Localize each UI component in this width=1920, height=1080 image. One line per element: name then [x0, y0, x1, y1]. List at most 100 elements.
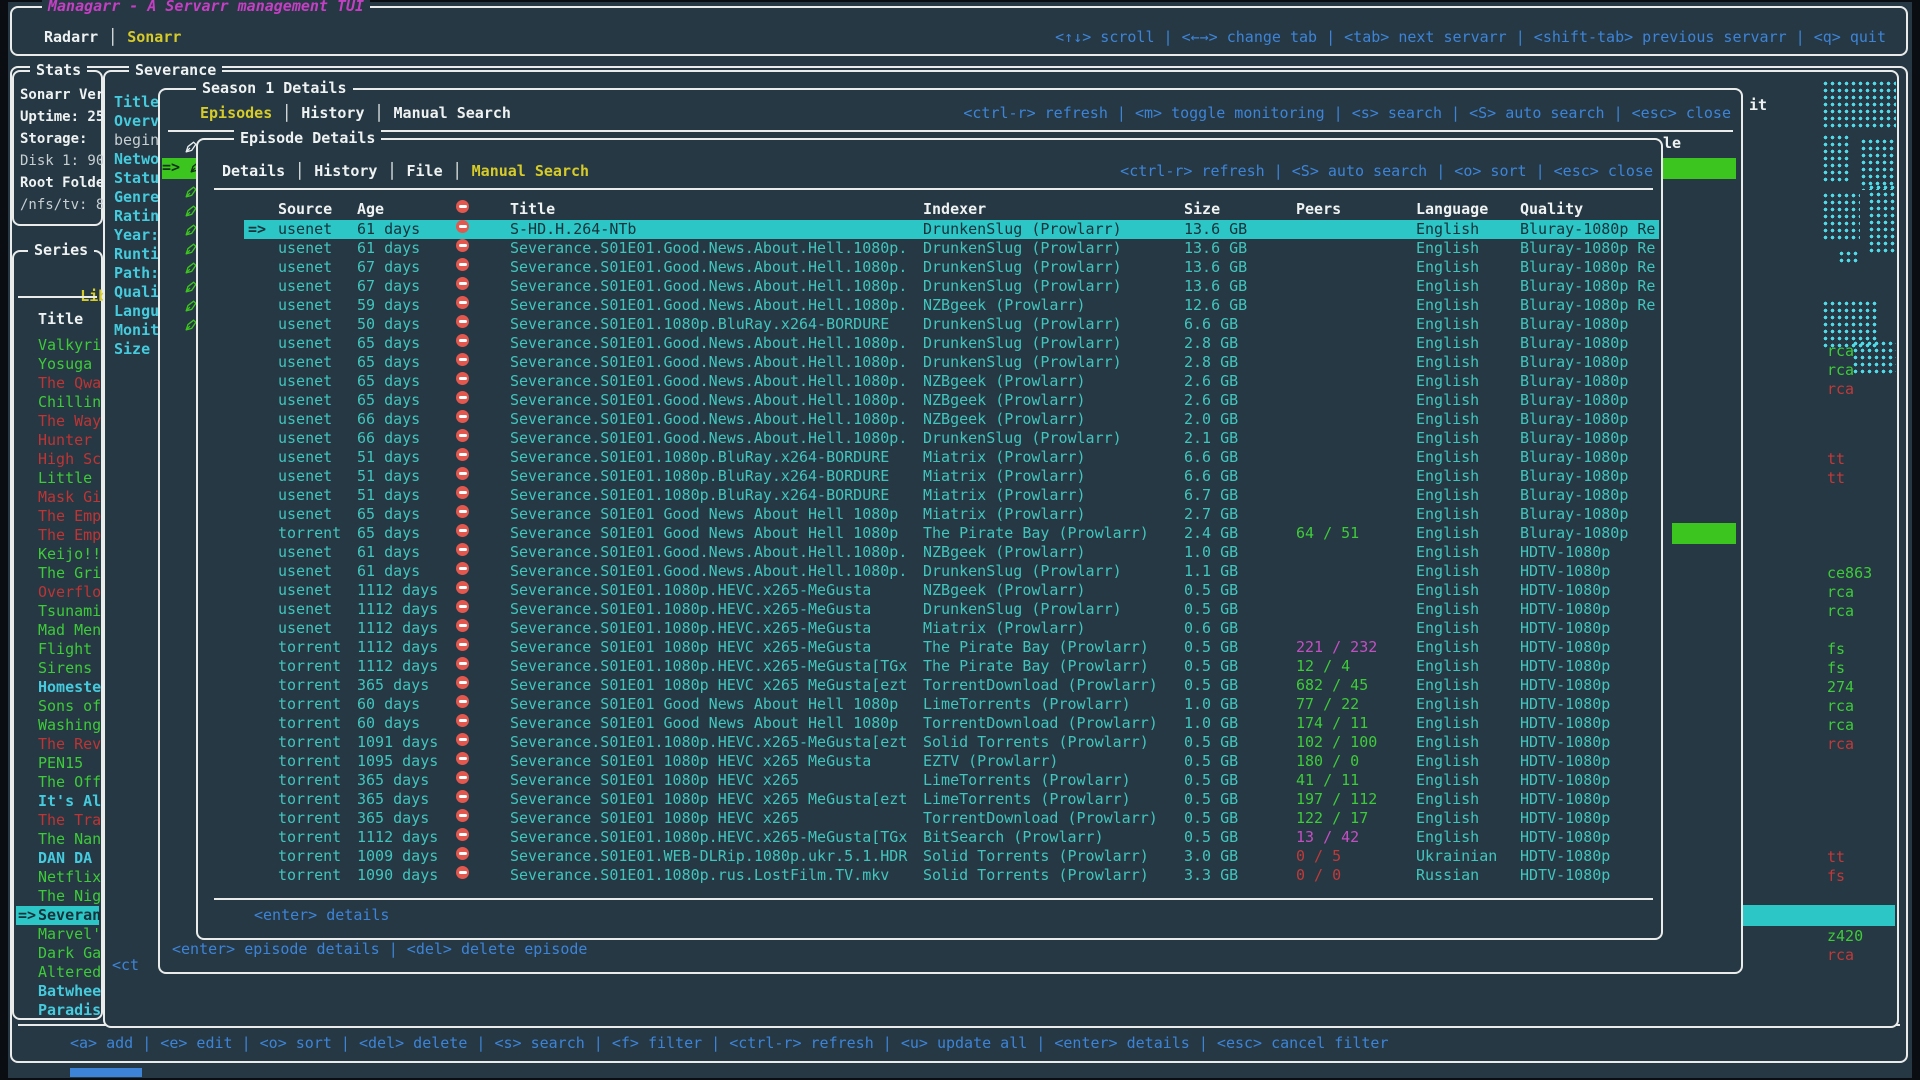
result-indexer: The Pirate Bay (Prowlarr): [923, 657, 1149, 676]
column-size[interactable]: Size: [1184, 200, 1220, 219]
search-result-row[interactable]: usenet66 daysSeverance.S01E01.Good.News.…: [200, 429, 1659, 448]
tab-episodes[interactable]: Episodes: [200, 104, 272, 123]
column-source[interactable]: Source: [278, 200, 332, 219]
search-result-row[interactable]: usenet50 daysSeverance.S01E01.1080p.BluR…: [200, 315, 1659, 334]
series-item[interactable]: PEN15: [16, 754, 99, 773]
search-result-row[interactable]: usenet51 daysSeverance.S01E01.1080p.BluR…: [200, 467, 1659, 486]
series-item[interactable]: The Qwa: [16, 374, 99, 393]
series-item[interactable]: Homeste: [16, 678, 99, 697]
search-result-row[interactable]: torrent60 daysSeverance S01E01 Good News…: [200, 714, 1659, 733]
series-item[interactable]: =>Severan: [16, 906, 99, 925]
column-title[interactable]: Title: [510, 200, 555, 219]
series-item[interactable]: Chillin: [16, 393, 99, 412]
series-item[interactable]: The Rev: [16, 735, 99, 754]
series-item[interactable]: Sirens: [16, 659, 99, 678]
search-result-row[interactable]: torrent1112 daysSeverance S01E01 1080p H…: [200, 638, 1659, 657]
selected-episode-row[interactable]: =>: [162, 158, 198, 179]
scroll-indicator[interactable]: [70, 1068, 142, 1077]
search-result-row[interactable]: torrent365 daysSeverance S01E01 1080p HE…: [200, 809, 1659, 828]
column-indexer[interactable]: Indexer: [923, 200, 986, 219]
column-age[interactable]: Age: [357, 200, 384, 219]
series-field-label: Path:: [114, 264, 161, 283]
column-language[interactable]: Language: [1416, 200, 1488, 219]
tab-file[interactable]: File: [407, 162, 443, 181]
no-entry-icon: [456, 847, 469, 860]
search-result-row[interactable]: =>usenet61 daysS-HD.H.264-NTbDrunkenSlug…: [200, 220, 1659, 239]
tab-manual-search[interactable]: Manual Search: [472, 162, 589, 181]
series-item[interactable]: DAN DA: [16, 849, 99, 868]
series-item[interactable]: It's Al: [16, 792, 99, 811]
tab-season-manual-search[interactable]: Manual Search: [394, 104, 511, 123]
series-item[interactable]: High Sc: [16, 450, 99, 469]
search-result-row[interactable]: usenet59 daysSeverance.S01E01.Good.News.…: [200, 296, 1659, 315]
search-result-row[interactable]: usenet1112 daysSeverance.S01E01.1080p.HE…: [200, 600, 1659, 619]
search-result-row[interactable]: torrent1091 daysSeverance.S01E01.1080p.H…: [200, 733, 1659, 752]
series-item[interactable]: Washing: [16, 716, 99, 735]
search-result-row[interactable]: torrent1112 daysSeverance.S01E01.1080p.H…: [200, 828, 1659, 847]
search-result-row[interactable]: usenet51 daysSeverance.S01E01.1080p.BluR…: [200, 448, 1659, 467]
result-title: Severance S01E01 1080p HEVC x265 MeGusta…: [510, 676, 907, 695]
search-result-row[interactable]: usenet61 daysSeverance.S01E01.Good.News.…: [200, 239, 1659, 258]
series-item[interactable]: The Nig: [16, 887, 99, 906]
series-item[interactable]: Paradis: [16, 1001, 99, 1020]
search-result-row[interactable]: torrent1112 daysSeverance.S01E01.1080p.H…: [200, 657, 1659, 676]
series-item[interactable]: The Gri: [16, 564, 99, 583]
search-result-row[interactable]: usenet1112 daysSeverance.S01E01.1080p.HE…: [200, 581, 1659, 600]
series-item[interactable]: Sons of: [16, 697, 99, 716]
search-result-row[interactable]: usenet65 daysSeverance.S01E01.Good.News.…: [200, 391, 1659, 410]
tab-sonarr[interactable]: Sonarr: [127, 28, 181, 47]
series-item[interactable]: The Emp: [16, 507, 99, 526]
series-item[interactable]: Batwhee: [16, 982, 99, 1001]
series-item[interactable]: Flight: [16, 640, 99, 659]
tab-episode-history[interactable]: History: [314, 162, 377, 181]
series-item[interactable]: Marvel': [16, 925, 99, 944]
series-item[interactable]: Yosuga: [16, 355, 99, 374]
search-result-row[interactable]: usenet61 daysSeverance.S01E01.Good.News.…: [200, 562, 1659, 581]
search-result-row[interactable]: usenet65 daysSeverance S01E01 Good News …: [200, 505, 1659, 524]
series-column-header: Title: [38, 310, 83, 329]
search-result-row[interactable]: usenet65 daysSeverance.S01E01.Good.News.…: [200, 334, 1659, 353]
search-result-row[interactable]: torrent1009 daysSeverance.S01E01.WEB-DLR…: [200, 847, 1659, 866]
search-result-row[interactable]: usenet67 daysSeverance.S01E01.Good.News.…: [200, 277, 1659, 296]
tab-radarr[interactable]: Radarr: [44, 28, 98, 47]
series-item[interactable]: Tsunami: [16, 602, 99, 621]
series-item[interactable]: Keijo!!: [16, 545, 99, 564]
search-result-row[interactable]: torrent365 daysSeverance S01E01 1080p HE…: [200, 771, 1659, 790]
series-item[interactable]: The Emp: [16, 526, 99, 545]
series-item[interactable]: Hunter: [16, 431, 99, 450]
series-item[interactable]: The Way: [16, 412, 99, 431]
series-item[interactable]: The Nan: [16, 830, 99, 849]
series-item[interactable]: The Tra: [16, 811, 99, 830]
search-result-row[interactable]: torrent1090 daysSeverance.S01E01.1080p.r…: [200, 866, 1659, 885]
series-item[interactable]: Dark Ga: [16, 944, 99, 963]
result-size: 0.6 GB: [1184, 619, 1238, 638]
search-result-row[interactable]: usenet65 daysSeverance.S01E01.Good.News.…: [200, 372, 1659, 391]
result-source: torrent: [278, 847, 341, 866]
series-item[interactable]: Little: [16, 469, 99, 488]
search-result-row[interactable]: usenet66 daysSeverance.S01E01.Good.News.…: [200, 410, 1659, 429]
search-result-row[interactable]: usenet61 daysSeverance.S01E01.Good.News.…: [200, 543, 1659, 562]
search-result-row[interactable]: usenet51 daysSeverance.S01E01.1080p.BluR…: [200, 486, 1659, 505]
series-item[interactable]: Netflix: [16, 868, 99, 887]
column-peers[interactable]: Peers: [1296, 200, 1341, 219]
search-result-row[interactable]: usenet65 daysSeverance.S01E01.Good.News.…: [200, 353, 1659, 372]
series-item[interactable]: Mask Gi: [16, 488, 99, 507]
search-result-row[interactable]: torrent365 daysSeverance S01E01 1080p HE…: [200, 676, 1659, 695]
search-result-row[interactable]: torrent1095 daysSeverance S01E01 1080p H…: [200, 752, 1659, 771]
result-source: torrent: [278, 695, 341, 714]
no-entry-icon: [456, 524, 469, 537]
search-result-row[interactable]: torrent365 daysSeverance S01E01 1080p HE…: [200, 790, 1659, 809]
search-result-row[interactable]: torrent60 daysSeverance S01E01 Good News…: [200, 695, 1659, 714]
series-item[interactable]: The Off: [16, 773, 99, 792]
tab-details[interactable]: Details: [222, 162, 285, 181]
series-item[interactable]: Mad Men: [16, 621, 99, 640]
column-quality[interactable]: Quality: [1520, 200, 1583, 219]
tab-season-history[interactable]: History: [301, 104, 364, 123]
series-item[interactable]: Altered: [16, 963, 99, 982]
search-result-row[interactable]: usenet1112 daysSeverance.S01E01.1080p.HE…: [200, 619, 1659, 638]
search-result-row[interactable]: torrent65 daysSeverance S01E01 Good News…: [200, 524, 1659, 543]
series-item[interactable]: Valkyri: [16, 336, 99, 355]
result-source: usenet: [278, 429, 332, 448]
series-item[interactable]: Overflo: [16, 583, 99, 602]
search-result-row[interactable]: usenet67 daysSeverance.S01E01.Good.News.…: [200, 258, 1659, 277]
